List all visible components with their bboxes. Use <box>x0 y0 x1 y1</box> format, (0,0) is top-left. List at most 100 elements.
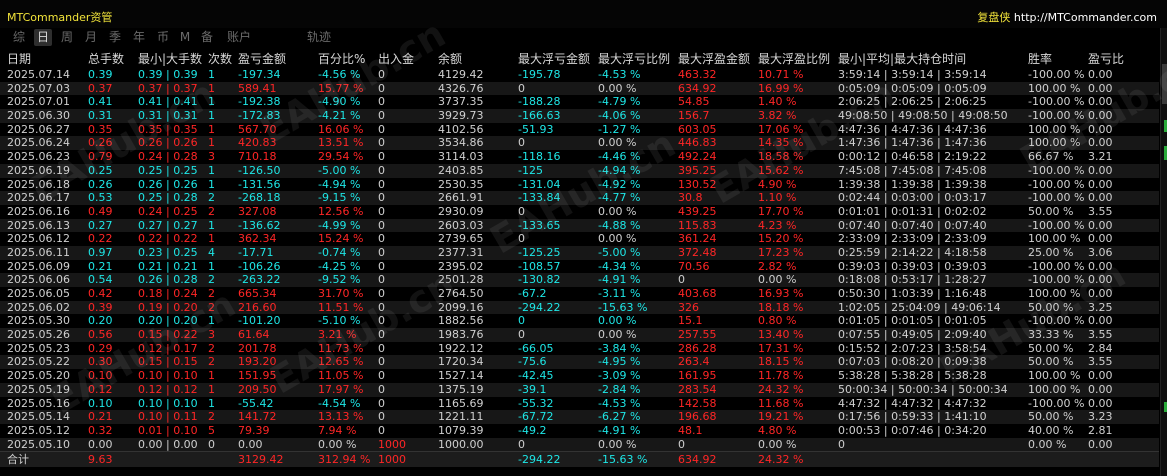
table-row[interactable]: 2025.06.12 0.22 0.22 | 0.22 1 362.34 15.24 % 0… <box>0 232 1159 246</box>
cell-deposit: 0 <box>378 136 385 150</box>
column-header-min-max-lots[interactable]: 最小|大手数 <box>138 51 208 68</box>
table-row[interactable]: 2025.07.03 0.37 0.37 | 0.37 1 589.41 15.77 % 0… <box>0 81 1159 96</box>
table-row[interactable]: 2025.06.24 0.26 0.26 | 0.26 1 420.83 13.51 % 0… <box>0 136 1159 151</box>
cell-max-float-profit: 15.1 <box>678 314 703 328</box>
table-row[interactable]: 2025.06.18 0.26 0.26 | 0.26 1 -131.56 -4.94 %… <box>0 178 1159 192</box>
brand-url[interactable]: http://MTCommander.com <box>1014 11 1157 24</box>
column-header-profit-ratio[interactable]: 盈亏比 <box>1088 51 1148 68</box>
cell-max-float-profit: 196.68 <box>678 410 717 424</box>
table-row[interactable]: 2025.06.06 0.54 0.26 | 0.28 2 -263.22 -9.52 %… <box>0 273 1159 287</box>
tab-8[interactable]: M <box>178 29 192 46</box>
table-row[interactable]: 2025.07.01 0.41 0.41 | 0.41 1 -192.38 -4.90 %… <box>0 95 1159 109</box>
cell-trade-count: 4 <box>208 245 215 259</box>
table-row[interactable]: 2025.06.02 0.39 0.19 | 0.20 2 216.60 11.51 % 0… <box>0 300 1159 315</box>
table-row[interactable]: 2025.05.20 0.10 0.10 | 0.10 1 151.95 11.05 % 0… <box>0 369 1159 383</box>
column-header-max-float-loss-pct[interactable]: 最大浮亏比例 <box>598 51 678 68</box>
column-header-pnl-percent[interactable]: 百分比% <box>318 51 378 68</box>
tab-6[interactable]: 年 <box>130 29 148 46</box>
cell-win-rate: -100.00 % <box>1028 109 1085 123</box>
tab-2[interactable]: 日 <box>34 29 52 46</box>
cell-min-max-lots: 0.12 | 0.17 <box>138 341 198 355</box>
table-row[interactable]: 2025.06.05 0.42 0.18 | 0.24 2 665.34 31.70 % 0… <box>0 287 1159 301</box>
cell-win-rate: -100.00 % <box>1028 191 1085 205</box>
tab-9[interactable]: 备 <box>198 29 216 46</box>
cell-deposit: 0 <box>378 204 385 218</box>
cell-trade-count: 1 <box>208 259 215 273</box>
cell-min-max-lots: 0.24 | 0.25 <box>138 204 198 218</box>
cell-max-float-profit-pct: 0.00 % <box>758 437 797 451</box>
column-header-max-float-profit[interactable]: 最大浮盈金额 <box>678 51 758 68</box>
column-header-max-float-loss[interactable]: 最大浮亏金额 <box>518 51 598 68</box>
table-row[interactable]: 2025.06.16 0.49 0.24 | 0.25 2 327.08 12.56 % 0… <box>0 205 1159 219</box>
table-row[interactable]: 2025.06.17 0.53 0.25 | 0.28 2 -268.18 -9.15 %… <box>0 191 1159 205</box>
column-header-max-float-profit-pct[interactable]: 最大浮盈比例 <box>758 51 838 68</box>
tab-5[interactable]: 季 <box>106 29 124 46</box>
cell-pnl-percent: -4.90 % <box>318 95 361 109</box>
cell-total-lots: 0.53 <box>88 191 113 205</box>
cell-pnl-amount: 216.60 <box>238 300 277 314</box>
column-header-date[interactable]: 日期 <box>7 51 87 68</box>
cell-pnl-percent: -5.00 % <box>318 163 361 177</box>
table-row[interactable]: 2025.05.16 0.10 0.10 | 0.10 1 -55.42 -4.54 % 0… <box>0 397 1159 411</box>
cell-min-max-lots: 0.20 | 0.20 <box>138 314 198 328</box>
tab-1[interactable]: 综 <box>10 29 28 46</box>
cell-trade-count: 1 <box>208 68 215 81</box>
cell-win-rate: 50.00 % <box>1028 341 1074 355</box>
cell-min-max-lots: 0.23 | 0.25 <box>138 245 198 259</box>
table-row[interactable]: 2025.06.27 0.35 0.35 | 0.35 1 567.70 16.06 % 0… <box>0 123 1159 137</box>
cell-max-float-profit: 142.58 <box>678 396 717 410</box>
tab-11[interactable]: 轨迹 <box>306 29 332 46</box>
cell-profit-ratio: 0.00 <box>1088 122 1113 136</box>
cell-max-float-loss: 0 <box>518 437 525 451</box>
cell-holding-time: 0:15:52 | 2:07:23 | 3:58:54 <box>838 341 987 355</box>
cell-pnl-percent: -4.21 % <box>318 109 361 123</box>
cell-holding-time: 0 <box>838 437 845 451</box>
table-row[interactable]: 2025.06.11 0.97 0.23 | 0.25 4 -17.71 -0.74 % 0… <box>0 245 1159 260</box>
column-header-pnl-amount[interactable]: 盈亏金额 <box>238 51 318 68</box>
cell-deposit: 0 <box>378 396 385 410</box>
cell-max-float-loss-pct: -5.00 % <box>598 245 641 259</box>
tab-10[interactable]: 账户 <box>222 29 256 46</box>
table-row[interactable]: 2025.06.13 0.27 0.27 | 0.27 1 -136.62 -4.99 %… <box>0 218 1159 233</box>
tab-4[interactable]: 月 <box>82 29 100 46</box>
table-row[interactable]: 2025.05.19 0.12 0.12 | 0.12 1 209.50 17.97 % 0… <box>0 382 1159 397</box>
column-header-balance[interactable]: 余额 <box>438 51 518 68</box>
column-header-win-rate[interactable]: 胜率 <box>1028 51 1088 68</box>
table-row[interactable]: 2025.05.23 0.29 0.12 | 0.17 2 201.78 11.73 % 0… <box>0 342 1159 356</box>
cell-max-float-profit-pct: 18.58 % <box>758 150 804 164</box>
cell-pnl-amount: 567.70 <box>238 122 277 136</box>
table-row[interactable]: 2025.05.12 0.32 0.01 | 0.10 5 79.39 7.94 % 0 10… <box>0 424 1159 438</box>
table-row[interactable]: 2025.06.09 0.21 0.21 | 0.21 1 -106.26 -4.25 %… <box>0 260 1159 274</box>
table-row[interactable]: 2025.07.14 0.39 0.39 | 0.39 1 -197.34 -4.56 %… <box>0 68 1159 82</box>
tab-7[interactable]: 币 <box>154 29 172 46</box>
table-row[interactable]: 2025.05.14 0.21 0.10 | 0.11 2 141.72 13.13 % 0… <box>0 410 1159 424</box>
cell-max-float-loss: -39.1 <box>518 382 547 396</box>
cell-win-rate: -100.00 % <box>1028 396 1085 410</box>
tab-3[interactable]: 周 <box>58 29 76 46</box>
cell-total-lots: 0.56 <box>88 328 113 342</box>
cell-pnl-amount: -106.26 <box>238 259 281 273</box>
cell-total-lots: 0.32 <box>88 423 113 437</box>
cell-balance: 1922.12 <box>438 341 484 355</box>
right-scrollbar[interactable] <box>1160 28 1167 476</box>
column-header-holding-time[interactable]: 最小|平均|最大持仓时间 <box>838 51 1028 68</box>
table-row[interactable]: 2025.06.23 0.79 0.24 | 0.28 3 710.18 29.54 % 0… <box>0 150 1159 164</box>
cell-max-float-loss-pct: -15.63 % <box>598 300 648 314</box>
column-header-deposit[interactable]: 出入金 <box>378 51 438 68</box>
column-header-trade-count[interactable]: 次数 <box>208 51 238 68</box>
table-row[interactable]: 2025.06.19 0.25 0.25 | 0.25 1 -126.50 -5.00 %… <box>0 163 1159 178</box>
table-row[interactable]: 2025.05.26 0.56 0.15 | 0.22 3 61.64 3.21 % 0 19… <box>0 328 1159 342</box>
column-header-total-lots[interactable]: 总手数 <box>88 51 138 68</box>
cell-date: 2025.05.16 <box>7 396 70 410</box>
table-row[interactable]: 2025.06.30 0.31 0.31 | 0.31 1 -172.83 -4.21 %… <box>0 109 1159 123</box>
scroll-thumb[interactable] <box>1162 64 1167 104</box>
cell-max-float-loss-pct: -4.94 % <box>598 163 641 177</box>
table-row[interactable]: 2025.05.22 0.30 0.15 | 0.15 2 193.20 12.65 % 0… <box>0 355 1159 370</box>
cell-deposit: 0 <box>378 245 385 259</box>
cell-trade-count: 1 <box>208 314 215 328</box>
cell-max-float-profit: 439.25 <box>678 204 717 218</box>
table-row[interactable]: 2025.05.30 0.20 0.20 | 0.20 1 -101.20 -5.10 %… <box>0 314 1159 328</box>
cell-max-float-loss: -195.78 <box>518 68 561 81</box>
cell-profit-ratio: 0.00 <box>1088 259 1113 273</box>
table-row[interactable]: 2025.05.10 0.00 0.00 | 0.00 0 0.00 0.00 % 1000… <box>0 437 1159 452</box>
